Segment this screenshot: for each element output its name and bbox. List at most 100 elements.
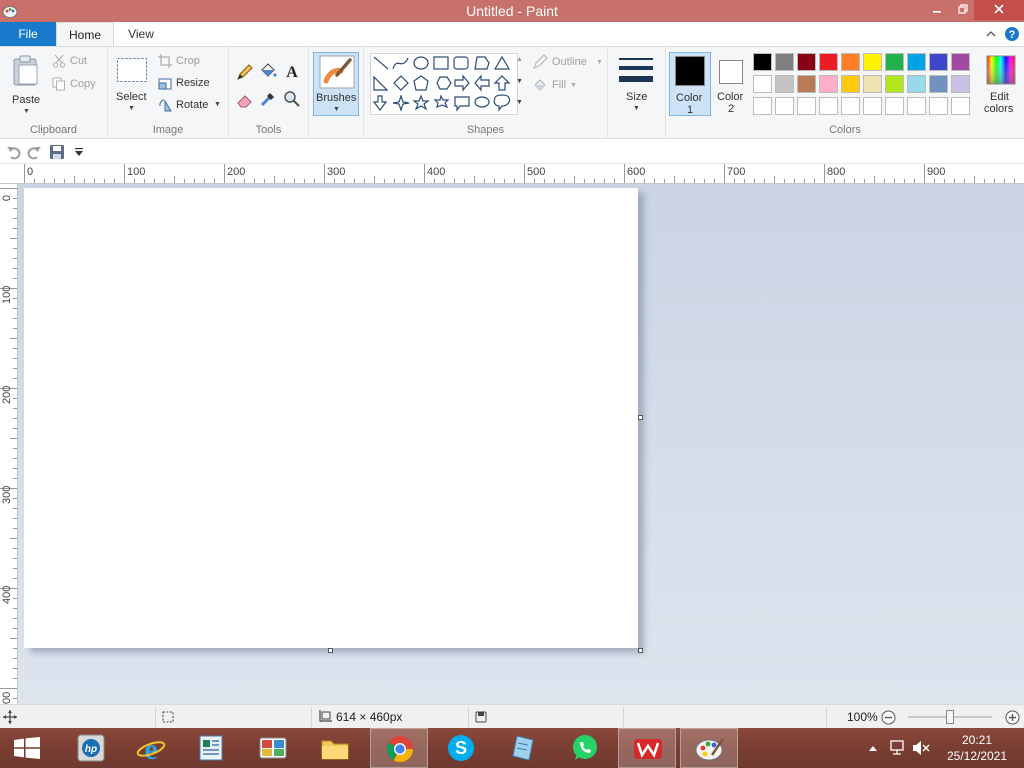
drawing-canvas[interactable] (24, 188, 638, 648)
text-tool-icon[interactable]: A (283, 62, 301, 80)
color-picker-icon[interactable] (259, 90, 277, 108)
custom-color-slot[interactable] (819, 97, 838, 115)
palette-color-swatch[interactable] (797, 75, 816, 93)
taskbar-skype[interactable]: S (432, 728, 490, 768)
shapes-scroll-down-icon[interactable]: ▼ (516, 78, 523, 85)
copy-button[interactable]: Copy (52, 77, 104, 93)
volume-muted-icon[interactable] (912, 740, 930, 756)
outline-button[interactable]: Outline ▼ (532, 54, 604, 70)
magnifier-icon[interactable] (283, 90, 301, 108)
save-icon[interactable] (49, 144, 65, 160)
size-button[interactable]: Size ▼ (614, 52, 660, 116)
tab-home[interactable]: Home (56, 22, 114, 46)
custom-color-slot[interactable] (863, 97, 882, 115)
palette-color-swatch[interactable] (907, 53, 926, 71)
taskbar-wps-office[interactable] (618, 728, 676, 768)
palette-color-swatch[interactable] (819, 75, 838, 93)
shapes-scroll-up-icon[interactable]: ▲ (516, 56, 523, 63)
taskbar-paint[interactable] (680, 728, 738, 768)
system-clock[interactable]: 20:21 25/12/2021 (940, 732, 1014, 764)
crop-button[interactable]: Crop (158, 54, 224, 70)
canvas-resize-handle-bottom[interactable] (328, 648, 333, 653)
shapes-expand-icon[interactable]: ▼ (516, 99, 523, 106)
custom-color-slot[interactable] (929, 97, 948, 115)
color1-button[interactable]: Color 1 (669, 52, 711, 116)
palette-color-swatch[interactable] (753, 75, 772, 93)
custom-color-slot[interactable] (885, 97, 904, 115)
rotate-button[interactable]: Rotate ▼ (158, 98, 224, 114)
shapes-scroll-controls[interactable]: ▲ ▼ ▼ (516, 54, 524, 114)
palette-color-swatch[interactable] (951, 75, 970, 93)
tab-view[interactable]: View (114, 22, 168, 46)
color2-label-line1: Color (717, 91, 744, 103)
resize-label: Resize (176, 77, 210, 89)
palette-color-swatch[interactable] (929, 75, 948, 93)
custom-color-slot[interactable] (797, 97, 816, 115)
palette-color-swatch[interactable] (753, 53, 772, 71)
taskbar-chrome[interactable] (370, 728, 428, 768)
palette-color-swatch[interactable] (885, 53, 904, 71)
ruler-tick (714, 179, 715, 183)
palette-color-swatch[interactable] (775, 75, 794, 93)
palette-color-swatch[interactable] (951, 53, 970, 71)
palette-color-swatch[interactable] (907, 75, 926, 93)
brushes-button[interactable]: Brushes ▼ (313, 52, 359, 116)
tab-file[interactable]: File (0, 22, 56, 46)
fill-button[interactable]: Fill ▼ (532, 77, 604, 93)
canvas-resize-handle-corner[interactable] (638, 648, 643, 653)
palette-color-swatch[interactable] (775, 53, 794, 71)
taskbar-notes-app[interactable] (494, 728, 552, 768)
palette-color-swatch[interactable] (819, 53, 838, 71)
paste-button[interactable]: Paste ▼ (6, 51, 46, 115)
ruler-tick (264, 179, 265, 183)
close-button[interactable] (974, 0, 1024, 20)
ribbon-collapse-icon[interactable] (983, 26, 999, 42)
taskbar-internet-explorer[interactable]: e (122, 728, 180, 768)
shape-fill-icon (534, 79, 546, 91)
taskbar-file-explorer[interactable] (306, 728, 364, 768)
undo-icon[interactable] (6, 144, 22, 160)
shapes-gallery (370, 53, 518, 115)
canvas-resize-handle-right[interactable] (638, 415, 643, 420)
size-dropdown-icon: ▼ (633, 105, 640, 112)
help-icon[interactable]: ? (1004, 26, 1020, 42)
ruler-tick (684, 179, 685, 183)
palette-color-swatch[interactable] (863, 53, 882, 71)
taskbar-whatsapp[interactable] (556, 728, 614, 768)
edit-colors-button[interactable]: Edit colors (974, 52, 1022, 116)
custom-color-slot[interactable] (753, 97, 772, 115)
zoom-slider-thumb[interactable] (946, 710, 954, 724)
fill-bucket-icon[interactable] (259, 62, 277, 80)
palette-color-swatch[interactable] (797, 53, 816, 71)
custom-color-slot[interactable] (951, 97, 970, 115)
ruler-tick (784, 179, 785, 183)
select-button[interactable]: Select ▼ (114, 53, 150, 115)
show-hidden-icons-icon[interactable] (868, 744, 878, 752)
network-icon[interactable] (888, 740, 906, 756)
resize-button[interactable]: Resize (158, 76, 224, 92)
horizontal-ruler: 0 100 200 300 400 500 600 700 800 900 (0, 164, 1024, 184)
custom-color-slot[interactable] (907, 97, 926, 115)
custom-color-slot[interactable] (841, 97, 860, 115)
redo-icon[interactable] (26, 144, 42, 160)
color2-button[interactable]: Color 2 (714, 52, 750, 116)
palette-color-swatch[interactable] (841, 75, 860, 93)
palette-color-swatch[interactable] (929, 53, 948, 71)
zoom-in-icon[interactable] (1005, 710, 1020, 725)
eraser-icon[interactable] (236, 91, 254, 109)
zoom-out-icon[interactable] (881, 710, 896, 725)
taskbar-document-app[interactable] (182, 728, 240, 768)
taskbar-photo-app[interactable] (244, 728, 302, 768)
ruler-tick (10, 238, 17, 239)
shapes-gallery-icons[interactable] (371, 54, 519, 116)
pencil-icon[interactable] (236, 63, 254, 81)
ruler-label: 0 (27, 166, 34, 178)
customize-toolbar-icon[interactable] (73, 146, 85, 158)
start-button[interactable] (0, 728, 54, 768)
taskbar-hp-app[interactable]: hp (62, 728, 120, 768)
cut-button[interactable]: Cut (52, 54, 104, 70)
palette-color-swatch[interactable] (841, 53, 860, 71)
palette-color-swatch[interactable] (885, 75, 904, 93)
custom-color-slot[interactable] (775, 97, 794, 115)
palette-color-swatch[interactable] (863, 75, 882, 93)
